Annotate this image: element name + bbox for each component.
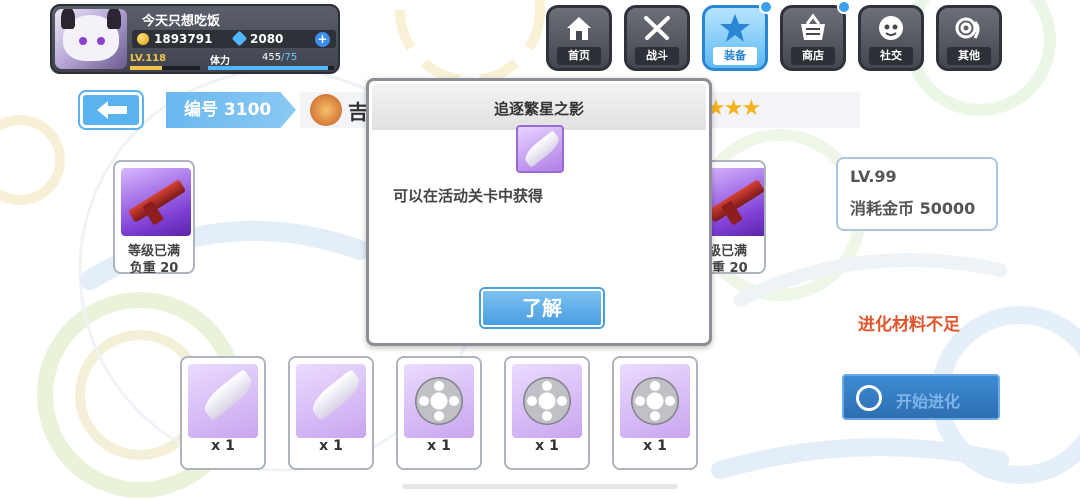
insufficient-materials-warning: 进化材料不足	[858, 315, 960, 335]
feather-icon	[516, 125, 564, 173]
player-card[interactable]: 今天只想吃饭 1893791 2080 + LV.118 体力 455/75	[50, 4, 340, 74]
dialog-header: 追逐繁星之影	[372, 84, 706, 130]
gem-counter: 2080 +	[228, 30, 336, 48]
gem-amount: 2080	[250, 32, 284, 46]
material-quantity: x 1	[211, 438, 235, 454]
crossed-swords-icon	[644, 16, 670, 40]
material-quantity: x 1	[319, 438, 343, 454]
notification-dot	[759, 0, 773, 14]
back-button[interactable]	[80, 92, 142, 128]
feather-icon	[296, 364, 366, 438]
shopping-basket-icon	[801, 13, 825, 40]
item-source-dialog: 追逐繁星之影 可以在活动关卡中获得 了解	[366, 78, 712, 346]
material-quantity: x 1	[643, 438, 667, 454]
evolve-star-icon	[856, 385, 882, 411]
current-weapon-card[interactable]: 等级已满 负重 20	[113, 160, 195, 276]
material-slot[interactable]: x 1	[396, 356, 482, 470]
film-reel-icon	[620, 364, 690, 438]
rifle-icon	[121, 168, 191, 236]
start-evolution-label: 开始进化	[896, 392, 961, 411]
player-level: LV.118	[130, 53, 167, 64]
gold-amount: 1893791	[154, 32, 213, 46]
film-reel-icon	[512, 364, 582, 438]
stamina-value: 455/75	[262, 52, 298, 63]
nav-shop-label: 商店	[791, 47, 835, 65]
nav-social-button[interactable]: 社交	[858, 5, 924, 71]
weapon-title: 吉	[348, 100, 368, 124]
gem-icon	[231, 30, 248, 47]
star-icon	[720, 14, 750, 42]
nav-home-button[interactable]: 首页	[546, 5, 612, 71]
level-progress-bar	[130, 66, 200, 70]
nav-equipment-button[interactable]: 装备	[702, 0, 773, 71]
back-arrow-icon	[97, 101, 127, 119]
material-quantity: x 1	[535, 438, 559, 454]
ok-button[interactable]: 了解	[481, 289, 603, 327]
film-reel-icon	[404, 364, 474, 438]
nav-equipment-label: 装备	[713, 47, 757, 65]
nav-battle-button[interactable]: 战斗	[624, 5, 690, 71]
notification-dot	[837, 0, 851, 14]
evolution-info-box: LV.99 消耗金币 50000	[836, 157, 998, 231]
material-quantity: x 1	[427, 438, 451, 454]
material-slot[interactable]: x 1	[288, 356, 374, 470]
material-slot[interactable]: x 1	[504, 356, 590, 470]
add-gems-button[interactable]: +	[315, 32, 330, 47]
rarity-stars: ★★★	[706, 96, 761, 121]
weapon-number-tag: 编号 3100	[166, 92, 296, 128]
feather-icon	[188, 364, 258, 438]
gold-coin-icon	[137, 33, 149, 45]
stamina-label: 体力	[210, 56, 230, 67]
dialog-description: 可以在活动关卡中获得	[393, 187, 544, 205]
stamina-progress-bar	[208, 66, 334, 70]
nav-shop-button[interactable]: 商店	[780, 0, 851, 71]
nav-social-label: 社交	[869, 47, 913, 65]
dialog-title: 追逐繁星之影	[493, 100, 584, 118]
nav-battle-label: 战斗	[635, 47, 679, 65]
weapon-weight: 重 20	[712, 261, 748, 274]
material-slot[interactable]: x 1	[612, 356, 698, 470]
start-evolution-button[interactable]: 开始进化	[842, 374, 1000, 420]
rarity-star-icon: ★	[723, 96, 744, 121]
nav-other-button[interactable]: 其他	[936, 5, 1002, 71]
avatar[interactable]	[55, 9, 127, 69]
player-name: 今天只想吃饭	[142, 14, 221, 29]
target-level: LV.99	[850, 167, 897, 186]
social-mascot-icon	[879, 16, 903, 40]
gold-cost: 消耗金币 50000	[850, 199, 976, 218]
rarity-star-icon: ★	[741, 96, 761, 121]
weapon-weight: 负重 20	[129, 261, 179, 276]
weapon-class-icon	[310, 94, 342, 126]
material-slot[interactable]: x 1	[180, 356, 266, 470]
spiral-icon	[955, 17, 980, 39]
house-icon	[567, 17, 591, 40]
home-indicator[interactable]	[402, 484, 678, 489]
nav-home-label: 首页	[557, 47, 601, 65]
nav-other-label: 其他	[947, 47, 991, 65]
